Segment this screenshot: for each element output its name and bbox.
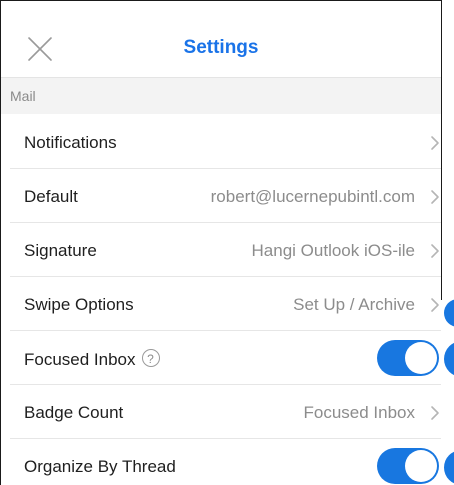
- toggle-knob: [405, 342, 437, 374]
- chevron-right-icon: [429, 135, 441, 151]
- settings-row-signature[interactable]: Signature Hangi Outlook iOS-ile: [1, 223, 441, 277]
- row-label-with-help: Focused Inbox?: [24, 349, 160, 370]
- settings-screen: Settings Mail Notifications Default robe…: [0, 0, 454, 485]
- peek-toggle-organize-by-thread: [444, 450, 454, 485]
- settings-row-swipe-options[interactable]: Swipe Options Set Up / Archive: [1, 277, 441, 331]
- row-label: Focused Inbox: [24, 350, 136, 369]
- row-value: Hangi Outlook iOS-ile: [251, 241, 415, 260]
- settings-row-default[interactable]: Default robert@lucernepubintl.com: [1, 169, 441, 223]
- settings-row-notifications[interactable]: Notifications: [1, 115, 441, 169]
- row-label: Swipe Options: [24, 295, 134, 314]
- settings-header: Settings: [1, 1, 441, 78]
- section-label: Mail: [10, 88, 36, 104]
- peek-control-swipe: [444, 299, 454, 327]
- row-value: robert@lucernepubintl.com: [210, 187, 415, 206]
- row-value: Focused Inbox: [303, 403, 415, 422]
- chevron-right-icon: [429, 189, 441, 205]
- toggle-knob: [405, 450, 437, 482]
- peek-toggle-focused-inbox: [444, 341, 454, 377]
- chevron-right-icon: [429, 405, 441, 421]
- focused-inbox-toggle[interactable]: [377, 340, 439, 376]
- row-label: Notifications: [24, 133, 117, 152]
- organize-by-thread-toggle[interactable]: [377, 448, 439, 484]
- section-header-mail: Mail: [1, 78, 441, 114]
- chevron-right-icon: [429, 297, 441, 313]
- row-label: Signature: [24, 241, 97, 260]
- settings-row-badge-count[interactable]: Badge Count Focused Inbox: [1, 385, 441, 439]
- settings-row-focused-inbox: Focused Inbox?: [1, 331, 441, 385]
- row-label: Default: [24, 187, 78, 206]
- row-label: Badge Count: [24, 403, 124, 422]
- settings-row-organize-by-thread: Organize By Thread: [1, 439, 441, 485]
- frame-right-border: [441, 0, 442, 300]
- help-icon[interactable]: ?: [141, 349, 160, 367]
- row-value: Set Up / Archive: [293, 295, 415, 314]
- page-title: Settings: [183, 37, 259, 58]
- row-label: Organize By Thread: [24, 457, 176, 476]
- chevron-right-icon: [429, 243, 441, 259]
